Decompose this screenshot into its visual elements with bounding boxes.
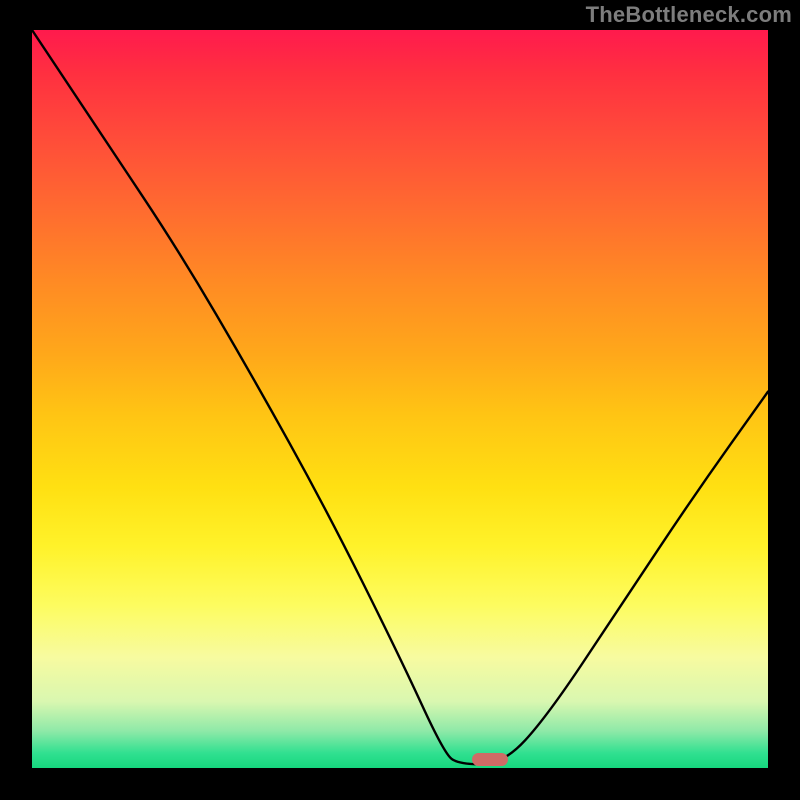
plot-area [32, 30, 768, 768]
minimum-marker [472, 753, 508, 766]
bottleneck-curve [32, 30, 768, 768]
watermark-text: TheBottleneck.com [586, 2, 792, 28]
chart-frame: TheBottleneck.com [0, 0, 800, 800]
